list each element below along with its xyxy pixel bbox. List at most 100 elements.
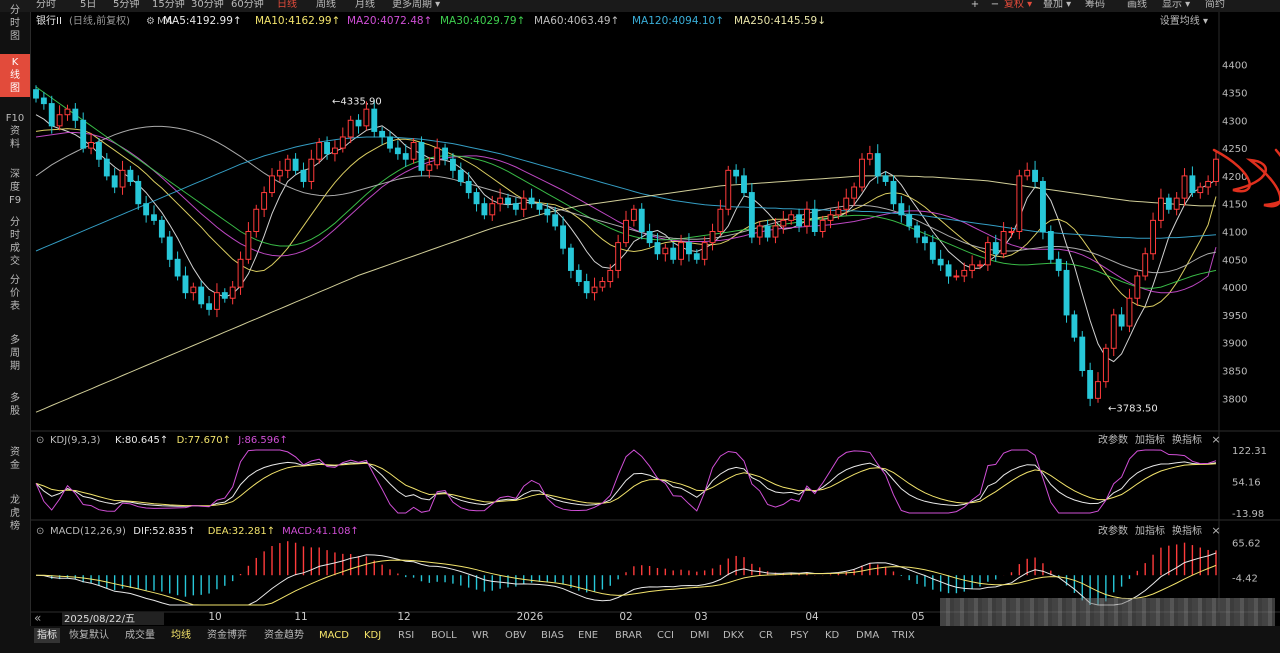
candle <box>1063 269 1070 316</box>
sidebar-item[interactable]: 多 周 期 <box>0 332 30 375</box>
sidebar-item[interactable]: 分 时 图 <box>0 2 30 45</box>
candle <box>1110 314 1117 349</box>
indicator-tab[interactable]: DMA <box>856 628 879 643</box>
candle <box>1000 231 1007 255</box>
candle <box>851 186 858 199</box>
candle <box>536 203 543 210</box>
candle <box>874 153 881 177</box>
candle <box>961 269 968 277</box>
indicator-tab[interactable]: WR <box>472 628 489 643</box>
candle <box>151 214 157 221</box>
candle <box>591 286 598 294</box>
indicator-tab[interactable]: BOLL <box>431 628 457 643</box>
toolbar-1[interactable]: 叠加 ▾ <box>1043 0 1071 11</box>
y-tick-label: 4250 <box>1222 144 1247 155</box>
candle <box>80 119 87 149</box>
y-tick-label: 4050 <box>1222 255 1247 266</box>
candle <box>772 225 779 238</box>
toolbar-4[interactable]: 显示 ▾ <box>1162 0 1190 11</box>
candle <box>1181 175 1188 199</box>
indicator-tab[interactable]: 均线 <box>171 628 191 643</box>
candle <box>190 286 197 294</box>
kdj-line-k <box>35 461 1217 507</box>
indicator-tab[interactable]: 成交量 <box>125 628 155 643</box>
indicator-tab[interactable]: DMI <box>690 628 709 643</box>
candle <box>977 264 983 267</box>
candle <box>48 103 55 127</box>
indicator-tab[interactable]: MACD <box>319 628 349 643</box>
candle <box>56 114 63 127</box>
sidebar-item[interactable]: 分 价 表 <box>0 272 30 315</box>
candle <box>1047 231 1054 260</box>
candle <box>780 219 787 227</box>
x-tick-label: 04 <box>805 611 819 623</box>
candle <box>111 175 118 188</box>
toolbar-5[interactable]: 简约 <box>1205 0 1225 11</box>
candle <box>64 108 71 116</box>
candle <box>701 242 708 260</box>
indicator-tab[interactable]: RSI <box>398 628 414 643</box>
sidebar-item[interactable]: F10 资 料 <box>0 110 30 153</box>
indicator-tab[interactable]: ENE <box>578 628 598 643</box>
macd-toggle-icon: ⊙ <box>36 526 44 537</box>
indicator-tab[interactable]: KDJ <box>364 628 381 643</box>
candle <box>583 281 590 294</box>
candle <box>33 89 39 99</box>
toolbar-3[interactable]: 画线 <box>1127 0 1147 11</box>
candle <box>1165 197 1172 210</box>
indicator-tab[interactable]: BIAS <box>541 628 564 643</box>
indicator-tab[interactable]: 指标 <box>34 628 60 643</box>
candle <box>630 208 637 221</box>
x-tick-label: 05 <box>911 611 924 623</box>
candle <box>843 197 850 210</box>
candle <box>638 208 645 232</box>
candle <box>599 281 606 288</box>
zoom-control[interactable]: − <box>987 0 1003 11</box>
indicator-tab[interactable]: 资金趋势 <box>264 628 304 643</box>
indicator-tab[interactable]: 资金博弈 <box>207 628 247 643</box>
kdj-button: 加指标 <box>1135 433 1165 446</box>
sidebar-item[interactable]: K 线 图 <box>0 54 30 97</box>
period-tab[interactable]: 5日 <box>80 0 96 11</box>
indicator-tab[interactable]: 恢复默认 <box>69 628 109 643</box>
indicator-tab[interactable]: KD <box>825 628 839 643</box>
sidebar-item[interactable]: 多 股 <box>0 390 30 420</box>
candle <box>575 269 582 283</box>
period-tab[interactable]: 周线 <box>316 0 336 11</box>
period-tab[interactable]: 60分钟 <box>231 0 264 11</box>
macd-button: 加指标 <box>1135 524 1165 537</box>
indicator-tab[interactable]: DKX <box>723 628 744 643</box>
period-tab[interactable]: 月线 <box>355 0 375 11</box>
period-tab[interactable]: 15分钟 <box>152 0 185 11</box>
period-tab[interactable]: 30分钟 <box>191 0 224 11</box>
sidebar-item[interactable]: 分 时 成 交 <box>0 214 30 270</box>
period-tab[interactable]: 更多周期 ▾ <box>392 0 440 11</box>
chart-area: 银行II (日线,前复权) ⚙ MAMA5:4192.99↑ MA10:4162.99↑… <box>31 12 1280 625</box>
period-tab[interactable]: 5分钟 <box>113 0 139 11</box>
candle <box>827 214 834 221</box>
indicator-tab[interactable]: BRAR <box>615 628 642 643</box>
sidebar-item[interactable]: 深 度 F9 <box>0 166 30 209</box>
indicator-tab[interactable]: CCI <box>657 628 674 643</box>
y-tick-label: 3800 <box>1222 394 1247 405</box>
sidebar-item[interactable]: 龙 虎 榜 <box>0 492 30 535</box>
candle <box>796 214 803 227</box>
indicator-tab[interactable]: TRIX <box>892 628 915 643</box>
toolbar-0[interactable]: 复权 ▾ <box>1004 0 1032 11</box>
macd-legend: DEA:32.281↑ <box>208 526 275 537</box>
toolbar-2[interactable]: 筹码 <box>1085 0 1105 11</box>
indicator-tab[interactable]: PSY <box>790 628 809 643</box>
candle <box>166 236 173 260</box>
x-tick-label: 02 <box>619 611 632 623</box>
period-tab[interactable]: 日线 <box>277 0 297 11</box>
candle <box>567 247 574 271</box>
kdj-button: 换指标 <box>1172 433 1202 446</box>
sidebar-item[interactable]: 资 金 <box>0 444 30 474</box>
candle <box>992 242 999 255</box>
indicator-tab[interactable]: OBV <box>505 628 526 643</box>
candle <box>95 142 102 160</box>
period-tab[interactable]: 分时 <box>36 0 56 11</box>
zoom-control[interactable]: + <box>967 0 983 11</box>
macd-button: 改参数 <box>1098 524 1128 537</box>
indicator-tab[interactable]: CR <box>759 628 773 643</box>
